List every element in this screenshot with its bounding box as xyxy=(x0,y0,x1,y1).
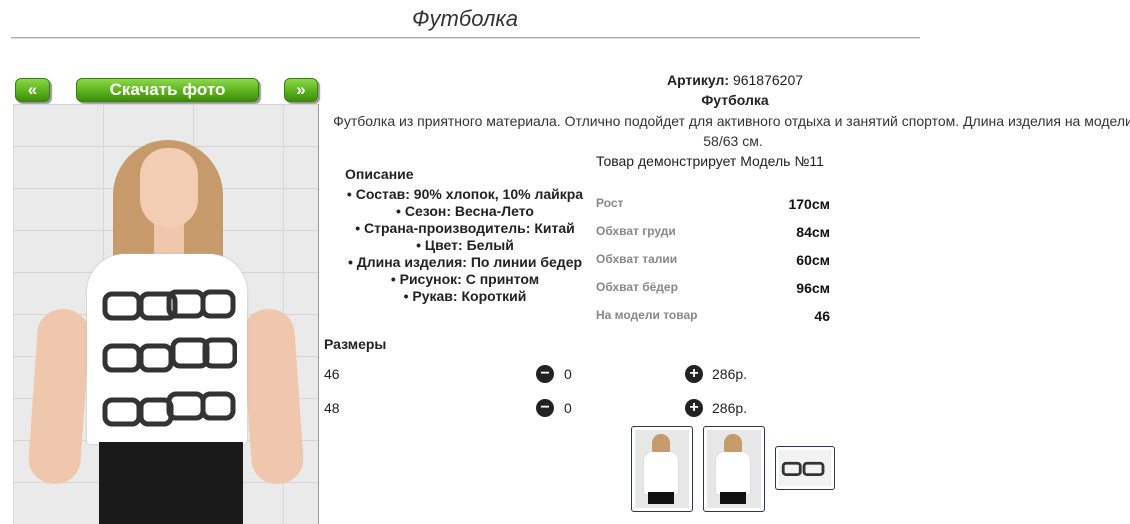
size-value: 46 xyxy=(324,366,340,382)
quantity-value: 0 xyxy=(564,400,572,416)
measurement-value: 170см xyxy=(788,196,830,212)
thumbnail-back[interactable] xyxy=(703,426,765,512)
measurement-row: Обхват бёдер 96см xyxy=(596,280,832,308)
measurement-label: Обхват бёдер xyxy=(596,280,678,294)
description-item: Сезон: Весна-Лето xyxy=(330,203,600,220)
plus-circle-icon[interactable]: + xyxy=(685,399,703,417)
measurement-value: 46 xyxy=(814,308,830,324)
size-row: 46 − 0 + 286р. xyxy=(324,365,764,386)
measurement-row: Обхват талии 60см xyxy=(596,252,832,280)
main-product-photo[interactable] xyxy=(13,104,319,524)
measurement-row: На модели товар 46 xyxy=(596,308,832,336)
next-photo-button[interactable]: » xyxy=(284,78,318,102)
description-item: Состав: 90% хлопок, 10% лайкра xyxy=(330,186,600,203)
measurement-label: На модели товар xyxy=(596,308,698,322)
title-divider xyxy=(11,37,920,38)
measurement-row: Рост 170см xyxy=(596,196,832,224)
quantity-value: 0 xyxy=(564,366,572,382)
description-heading: Описание xyxy=(345,166,414,182)
measurement-value: 60см xyxy=(796,252,830,268)
thumbnail-image xyxy=(707,430,761,508)
model-measurements: Рост 170см Обхват груди 84см Обхват тали… xyxy=(596,196,832,336)
description-item: Длина изделия: По линии бедер xyxy=(330,254,600,271)
product-description: Футболка из приятного материала. Отлично… xyxy=(333,113,1130,149)
article-value: 961876207 xyxy=(732,72,804,88)
description-item: Рисунок: С принтом xyxy=(330,271,600,288)
thumbnail-image xyxy=(635,430,689,508)
measurement-value: 96см xyxy=(796,280,830,296)
description-list: Состав: 90% хлопок, 10% лайкра Сезон: Ве… xyxy=(330,186,600,305)
description-item: Цвет: Белый xyxy=(330,237,600,254)
measurement-value: 84см xyxy=(796,224,830,240)
measurement-label: Обхват груди xyxy=(596,224,676,238)
size-price: 286р. xyxy=(712,366,748,382)
model-note: Товар демонстрирует Модель №11 xyxy=(596,153,824,169)
glasses-detail-icon xyxy=(779,450,831,486)
article-line: Артикул: 961876207 xyxy=(595,72,875,88)
size-row: 48 − 0 + 286р. xyxy=(324,399,764,420)
thumbnail-front[interactable] xyxy=(631,426,693,512)
size-value: 48 xyxy=(324,400,340,416)
model-face xyxy=(140,148,198,228)
page-title: Футболка xyxy=(412,6,518,31)
download-photo-button[interactable]: Скачать фото xyxy=(76,78,259,102)
glasses-print xyxy=(102,289,237,427)
measurement-label: Обхват талии xyxy=(596,252,678,266)
measurement-row: Обхват груди 84см xyxy=(596,224,832,252)
model-pants xyxy=(99,442,243,524)
description-item: Страна-производитель: Китай xyxy=(330,220,600,237)
article-label: Артикул: xyxy=(666,72,730,88)
size-price: 286р. xyxy=(712,400,748,416)
measurement-label: Рост xyxy=(596,196,624,210)
thumbnail-image xyxy=(779,450,831,486)
product-name: Футболка xyxy=(701,92,769,108)
sizes-heading: Размеры xyxy=(324,336,387,352)
minus-circle-icon[interactable]: − xyxy=(536,365,554,383)
thumbnail-detail[interactable] xyxy=(775,446,835,490)
plus-circle-icon[interactable]: + xyxy=(685,365,703,383)
minus-circle-icon[interactable]: − xyxy=(536,399,554,417)
prev-photo-button[interactable]: « xyxy=(15,78,50,102)
description-item: Рукав: Короткий xyxy=(330,288,600,305)
